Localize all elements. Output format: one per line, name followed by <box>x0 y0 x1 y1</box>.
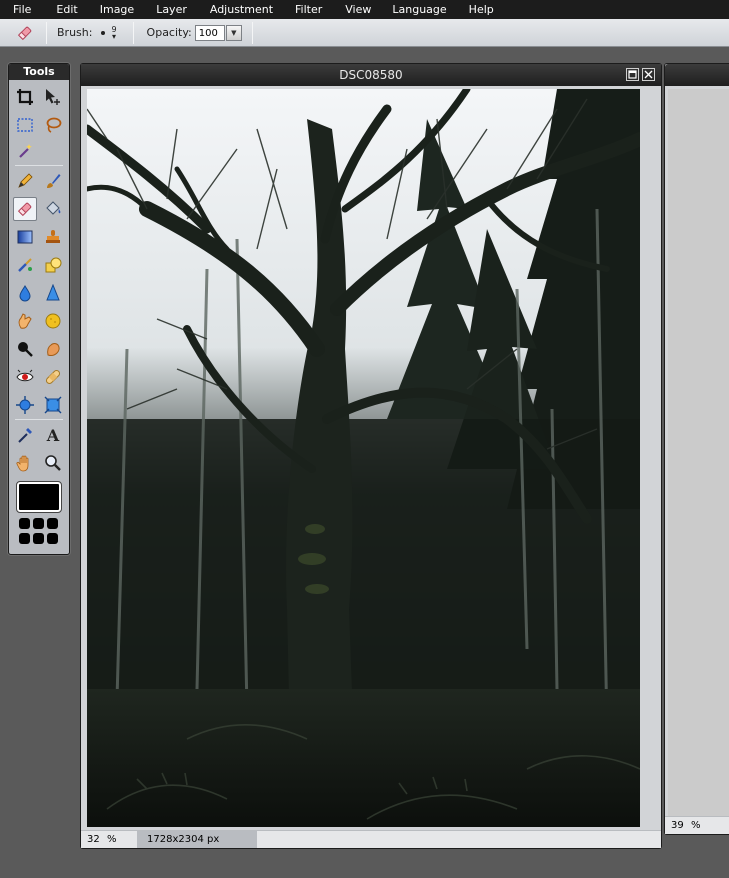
second-image-canvas[interactable] <box>668 89 729 818</box>
brush-icon[interactable] <box>41 169 65 193</box>
color-replace-icon[interactable] <box>13 253 37 277</box>
second-document-window: 39 % <box>664 63 729 835</box>
maximize-icon[interactable] <box>626 68 639 81</box>
shape-icon[interactable] <box>41 253 65 277</box>
menu-bar: File Edit Image Layer Adjustment Filter … <box>0 0 729 19</box>
image-canvas[interactable] <box>87 89 640 827</box>
document-status-bar: 32 % 1728x2304 px <box>81 830 661 848</box>
brush-size-selector[interactable]: 9 ▾ <box>111 25 116 41</box>
brush-preview-icon[interactable] <box>101 30 106 35</box>
sponge-icon[interactable] <box>41 309 65 333</box>
second-document-title-bar[interactable] <box>665 64 729 86</box>
smudge-icon[interactable] <box>13 309 37 333</box>
hand-icon[interactable] <box>13 451 37 475</box>
zoom-icon[interactable] <box>41 451 65 475</box>
document-window: DSC08580 32 % 1728x2304 px <box>80 63 662 849</box>
primary-color-swatch[interactable] <box>16 481 62 513</box>
move-icon[interactable] <box>41 85 65 109</box>
forest-photo <box>87 89 640 827</box>
second-document-status-bar: 39 % <box>665 816 729 834</box>
bloat-icon[interactable] <box>13 393 37 417</box>
marquee-select-icon[interactable] <box>13 113 37 137</box>
second-zoom-input[interactable]: 39 <box>665 820 691 831</box>
opacity-label: Opacity: <box>146 26 192 39</box>
zoom-unit: % <box>107 834 117 845</box>
tools-separator <box>15 419 63 420</box>
dodge-icon[interactable] <box>13 337 37 361</box>
type-icon[interactable]: A <box>41 423 65 447</box>
pinch-icon[interactable] <box>41 393 65 417</box>
options-bar: Brush: 9 ▾ Opacity: 100 ▼ <box>0 19 729 47</box>
svg-text:A: A <box>46 426 60 444</box>
color-swatches <box>19 518 61 544</box>
brush-label: Brush: <box>57 26 93 39</box>
image-dimensions: 1728x2304 px <box>137 831 257 848</box>
close-icon[interactable] <box>642 68 655 81</box>
toolbar-separator <box>46 21 47 44</box>
menu-filter[interactable]: Filter <box>273 0 322 19</box>
menu-file[interactable]: File <box>0 0 31 19</box>
zoom-input[interactable]: 32 <box>81 834 107 845</box>
menu-layer[interactable]: Layer <box>134 0 187 19</box>
swatch[interactable] <box>19 533 30 544</box>
burn-icon[interactable] <box>41 337 65 361</box>
eraser-icon[interactable] <box>13 197 37 221</box>
sharpen-icon[interactable] <box>41 281 65 305</box>
opacity-input[interactable]: 100 <box>194 24 225 41</box>
toolbar-separator <box>132 21 134 44</box>
gradient-icon[interactable] <box>13 225 37 249</box>
document-title: DSC08580 <box>339 68 403 82</box>
menu-edit[interactable]: Edit <box>31 0 77 19</box>
color-picker-icon[interactable] <box>13 423 37 447</box>
pencil-icon[interactable] <box>13 169 37 193</box>
swatch[interactable] <box>19 518 30 529</box>
tools-panel: Tools A <box>8 63 70 555</box>
lasso-icon[interactable] <box>41 113 65 137</box>
document-title-bar[interactable]: DSC08580 <box>81 64 661 86</box>
menu-language[interactable]: Language <box>371 0 446 19</box>
opacity-dropdown-button[interactable]: ▼ <box>225 24 242 41</box>
tools-separator <box>15 165 63 166</box>
crop-icon[interactable] <box>13 85 37 109</box>
menu-help[interactable]: Help <box>447 0 494 19</box>
second-zoom-unit: % <box>691 820 701 831</box>
blur-icon[interactable] <box>13 281 37 305</box>
magic-wand-icon[interactable] <box>13 139 37 163</box>
swatch[interactable] <box>47 533 58 544</box>
menu-image[interactable]: Image <box>78 0 134 19</box>
paint-bucket-icon[interactable] <box>41 197 65 221</box>
menu-adjustment[interactable]: Adjustment <box>187 0 273 19</box>
chevron-down-icon: ▼ <box>231 28 237 37</box>
red-eye-icon[interactable] <box>13 365 37 389</box>
chevron-down-icon: ▾ <box>111 31 116 41</box>
clone-stamp-icon[interactable] <box>41 225 65 249</box>
swatch[interactable] <box>33 533 44 544</box>
swatch[interactable] <box>33 518 44 529</box>
eraser-tool-icon[interactable] <box>14 22 36 44</box>
toolbar-separator <box>251 21 253 44</box>
swatch[interactable] <box>47 518 58 529</box>
menu-view[interactable]: View <box>322 0 371 19</box>
tools-panel-title[interactable]: Tools <box>9 64 69 80</box>
spot-heal-icon[interactable] <box>41 365 65 389</box>
